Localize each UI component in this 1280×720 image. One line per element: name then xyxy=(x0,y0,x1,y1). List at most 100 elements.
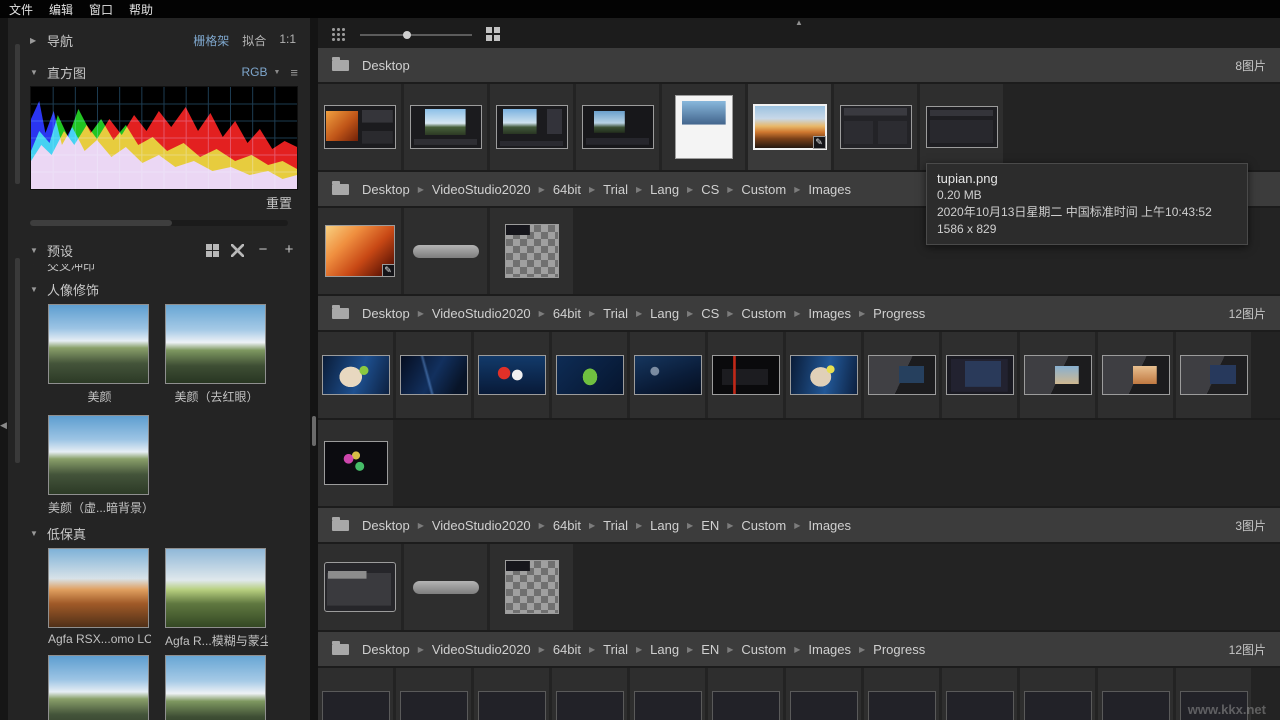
panel-scrollbar[interactable] xyxy=(15,44,20,184)
breadcrumb-item[interactable]: CS xyxy=(701,182,719,197)
remove-preset-button[interactable]: − xyxy=(256,243,270,257)
thumbnail[interactable] xyxy=(708,332,783,418)
splitter-grip[interactable] xyxy=(312,416,316,446)
thumbnail[interactable] xyxy=(490,208,573,294)
nav-section-header[interactable]: ▶ 导航 栅格架拟合1:1 xyxy=(30,28,302,52)
thumbnail-size-slider[interactable] xyxy=(360,28,472,42)
breadcrumb-item[interactable]: Lang xyxy=(650,518,679,533)
thumbnail[interactable] xyxy=(1176,332,1251,418)
breadcrumb-item[interactable]: Lang xyxy=(650,182,679,197)
thumbnail[interactable] xyxy=(396,668,471,720)
reset-button[interactable]: 重置 xyxy=(266,193,292,212)
breadcrumb-item[interactable]: 64bit xyxy=(553,306,581,321)
breadcrumb-item[interactable]: Images xyxy=(808,182,851,197)
thumbnail[interactable] xyxy=(552,668,627,720)
folder-header[interactable]: Desktop▶VideoStudio2020▶64bit▶Trial▶Lang… xyxy=(318,632,1280,666)
large-thumbnails-icon[interactable] xyxy=(486,27,501,42)
thumbnail[interactable] xyxy=(1020,668,1095,720)
thumbnail[interactable] xyxy=(1098,668,1173,720)
preset-item[interactable]: 美颜 xyxy=(48,304,151,405)
thumbnail[interactable] xyxy=(404,208,487,294)
slider-handle[interactable] xyxy=(403,31,411,39)
thumbnail[interactable] xyxy=(576,84,659,170)
add-preset-button[interactable]: + xyxy=(282,243,296,257)
breadcrumb-item[interactable]: Custom xyxy=(741,518,786,533)
thumbnail[interactable] xyxy=(318,668,393,720)
preset-category-header[interactable]: ▼人像修饰 xyxy=(30,278,302,300)
thumbnail[interactable] xyxy=(318,332,393,418)
breadcrumb-item[interactable]: Trial xyxy=(603,182,628,197)
thumbnail[interactable] xyxy=(404,84,487,170)
thumbnail[interactable] xyxy=(318,544,401,630)
preset-item[interactable] xyxy=(165,655,268,720)
thumbnail[interactable] xyxy=(630,332,705,418)
breadcrumb-item[interactable]: Progress xyxy=(873,642,925,657)
thumbnail[interactable] xyxy=(786,332,861,418)
thumbnail[interactable] xyxy=(552,332,627,418)
breadcrumb-item[interactable]: CS xyxy=(701,306,719,321)
breadcrumb-item[interactable]: VideoStudio2020 xyxy=(432,518,531,533)
menu-item[interactable]: 帮助 xyxy=(124,1,164,18)
thumbnail[interactable]: ✎ xyxy=(318,208,401,294)
channel-select[interactable]: RGB xyxy=(241,65,267,79)
breadcrumb-item[interactable]: Trial xyxy=(603,518,628,533)
preset-item[interactable]: 美颜（虚...暗背景） xyxy=(48,415,151,516)
breadcrumb-item[interactable]: VideoStudio2020 xyxy=(432,182,531,197)
preset-item[interactable] xyxy=(48,655,151,720)
menu-item[interactable]: 编辑 xyxy=(44,1,84,18)
thumbnail[interactable] xyxy=(864,332,939,418)
breadcrumb-item[interactable]: Desktop xyxy=(362,642,410,657)
menu-item[interactable]: 文件 xyxy=(4,1,44,18)
breadcrumb-item[interactable]: VideoStudio2020 xyxy=(432,306,531,321)
view-mode-button[interactable]: 栅格架 xyxy=(193,32,229,49)
thumbnail[interactable] xyxy=(662,84,745,170)
folder-header[interactable]: Desktop▶VideoStudio2020▶64bit▶Trial▶Lang… xyxy=(318,296,1280,330)
presets-section-header[interactable]: ▼ 预设 − + xyxy=(30,238,302,262)
thumbnail[interactable] xyxy=(1098,332,1173,418)
breadcrumb-item[interactable]: Desktop xyxy=(362,58,410,73)
thumbnail[interactable] xyxy=(318,420,393,506)
breadcrumb-item[interactable]: EN xyxy=(701,518,719,533)
small-thumbnails-icon[interactable] xyxy=(332,28,346,42)
thumbnail[interactable] xyxy=(708,668,783,720)
thumbnail[interactable] xyxy=(1020,332,1095,418)
thumbnail[interactable] xyxy=(920,84,1003,170)
thumbnail[interactable] xyxy=(490,544,573,630)
thumbnail[interactable] xyxy=(630,668,705,720)
breadcrumb-item[interactable]: Desktop xyxy=(362,306,410,321)
thumbnail[interactable] xyxy=(942,668,1017,720)
breadcrumb-item[interactable]: VideoStudio2020 xyxy=(432,642,531,657)
chevron-down-icon[interactable]: ▼ xyxy=(273,69,280,76)
scroll-up-indicator[interactable]: ▲ xyxy=(318,18,1280,27)
thumbnail[interactable] xyxy=(942,332,1017,418)
thumbnail[interactable] xyxy=(490,84,573,170)
menu-item[interactable]: 窗口 xyxy=(84,1,124,18)
breadcrumb-item[interactable]: Lang xyxy=(650,306,679,321)
thumbnail[interactable] xyxy=(474,332,549,418)
histogram-section-header[interactable]: ▼ 直方图 RGB ▼ ≡ xyxy=(30,60,302,84)
breadcrumb-item[interactable]: 64bit xyxy=(553,642,581,657)
preset-item[interactable]: Agfa R...模糊与蒙尘 xyxy=(165,548,268,649)
panel-scrollbar[interactable] xyxy=(15,258,20,463)
preset-collapse-icon[interactable] xyxy=(231,244,244,257)
preset-item[interactable]: 美颜（去红眼） xyxy=(165,304,268,405)
thumbnail[interactable] xyxy=(864,668,939,720)
view-mode-button[interactable]: 1:1 xyxy=(279,32,296,49)
thumbnail[interactable] xyxy=(786,668,861,720)
horizontal-scrollbar[interactable] xyxy=(30,220,288,226)
breadcrumb-item[interactable]: Lang xyxy=(650,642,679,657)
scrollbar-thumb[interactable] xyxy=(30,220,172,226)
thumbnail[interactable] xyxy=(474,668,549,720)
thumbnail[interactable] xyxy=(396,332,471,418)
breadcrumb-item[interactable]: Images xyxy=(808,642,851,657)
breadcrumb-item[interactable]: Desktop xyxy=(362,518,410,533)
view-mode-button[interactable]: 拟合 xyxy=(242,32,266,49)
panel-collapse-icon[interactable]: ◀ xyxy=(0,420,7,431)
breadcrumb-item[interactable]: EN xyxy=(701,642,719,657)
preset-item[interactable]: Agfa RSX...omo LC-A xyxy=(48,548,151,649)
panel-splitter[interactable] xyxy=(310,18,318,720)
folder-header[interactable]: Desktop▶VideoStudio2020▶64bit▶Trial▶Lang… xyxy=(318,508,1280,542)
breadcrumb-item[interactable]: Images xyxy=(808,518,851,533)
thumbnail[interactable]: ✎ xyxy=(748,84,831,170)
breadcrumb-item[interactable]: Custom xyxy=(741,182,786,197)
